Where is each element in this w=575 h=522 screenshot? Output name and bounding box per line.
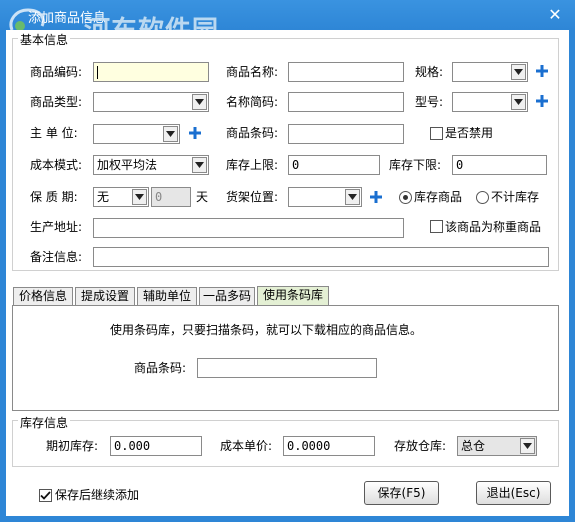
spec-label: 规格: [415, 65, 444, 79]
name-label: 商品名称: [226, 65, 279, 79]
stock-info-title: 库存信息 [18, 414, 71, 431]
tab-label: 使用条码库 [262, 288, 323, 302]
add-shelf-plus-icon[interactable] [370, 191, 382, 203]
check-icon [40, 491, 51, 500]
title-bar[interactable]: 添加商品信息 河东软件园 ✕ [0, 0, 575, 46]
panel-barcode-label: 商品条码: [134, 361, 187, 375]
warehouse-value: 总仓 [461, 439, 486, 453]
initial-stock-input[interactable]: 0.000 [110, 436, 202, 456]
shelf-life-label: 保 质 期: [30, 190, 78, 204]
cost-mode-select[interactable]: 加权平均法 [93, 155, 209, 175]
exit-button[interactable]: 退出(Esc) [476, 481, 551, 505]
continue-label: 保存后继续添加 [55, 488, 140, 502]
shortname-label: 名称简码: [226, 95, 279, 109]
stock-item-radio[interactable] [399, 191, 412, 204]
close-icon[interactable]: ✕ [545, 5, 565, 25]
cost-mode-label: 成本模式: [30, 158, 83, 172]
tab-aux-unit[interactable]: 辅助单位 [137, 287, 197, 305]
unit-cost-input[interactable]: 0.0000 [283, 436, 375, 456]
no-stock-label: 不计库存 [491, 190, 540, 204]
name-input[interactable] [288, 62, 404, 82]
window-frame: 添加商品信息 河东软件园 ✕ 基本信息 商品编码: 商品名称: 规格: 商品类型… [0, 0, 575, 522]
text-caret [97, 66, 98, 79]
barcode-library-message: 使用条码库，只要扫描条码，就可以下载相应的商品信息。 [110, 323, 423, 337]
basic-info-title: 基本信息 [18, 31, 71, 48]
chevron-down-icon[interactable] [192, 94, 207, 110]
tab-label: 提成设置 [80, 289, 129, 303]
tab-multi-code[interactable]: 一品多码 [199, 287, 255, 305]
disabled-label: 是否禁用 [445, 126, 494, 140]
chevron-down-icon[interactable] [163, 126, 178, 142]
shelf-life-input[interactable]: 0 [151, 187, 191, 207]
panel-barcode-input[interactable] [197, 358, 377, 378]
address-input[interactable] [93, 218, 404, 238]
add-model-plus-icon[interactable] [536, 95, 548, 107]
cost-mode-value: 加权平均法 [97, 158, 158, 172]
model-select[interactable] [452, 92, 528, 112]
shelf-life-unit-select[interactable]: 无 [93, 187, 149, 207]
shelf-pos-label: 货架位置: [226, 190, 279, 204]
save-button[interactable]: 保存(F5) [364, 481, 439, 505]
stock-upper-input[interactable]: 0 [288, 155, 380, 175]
chevron-down-icon[interactable] [192, 157, 207, 173]
type-select[interactable] [93, 92, 209, 112]
chevron-down-icon[interactable] [520, 438, 535, 454]
model-label: 型号: [415, 95, 444, 109]
barcode-library-panel: 使用条码库，只要扫描条码，就可以下载相应的商品信息。 商品条码: [12, 305, 559, 411]
chevron-down-icon[interactable] [511, 64, 526, 80]
weighing-checkbox[interactable] [430, 220, 443, 233]
remark-label: 备注信息: [30, 250, 83, 264]
add-spec-plus-icon[interactable] [536, 65, 548, 77]
shelf-pos-select[interactable] [288, 187, 362, 207]
stock-upper-label: 库存上限: [226, 158, 279, 172]
chevron-down-icon[interactable] [345, 189, 360, 205]
unit-select[interactable] [93, 124, 180, 144]
no-stock-radio[interactable] [476, 191, 489, 204]
chevron-down-icon[interactable] [132, 189, 147, 205]
code-input[interactable] [93, 62, 209, 82]
warehouse-label: 存放仓库: [394, 439, 447, 453]
stock-lower-input[interactable]: 0 [452, 155, 547, 175]
code-label: 商品编码: [30, 65, 83, 79]
tab-label: 辅助单位 [142, 289, 191, 303]
type-label: 商品类型: [30, 95, 83, 109]
stock-lower-label: 库存下限: [389, 158, 442, 172]
unit-label: 主 单 位: [30, 126, 78, 140]
chevron-down-icon[interactable] [511, 94, 526, 110]
stock-item-label: 库存商品 [414, 190, 463, 204]
address-label: 生产地址: [30, 220, 83, 234]
spec-select[interactable] [452, 62, 528, 82]
tab-price-info[interactable]: 价格信息 [13, 287, 73, 305]
tab-label: 价格信息 [18, 289, 67, 303]
unit-cost-label: 成本单价: [220, 439, 273, 453]
barcode-input[interactable] [288, 124, 404, 144]
barcode-label: 商品条码: [226, 126, 279, 140]
weighing-label: 该商品为称重商品 [445, 220, 542, 234]
shortname-input[interactable] [288, 92, 404, 112]
warehouse-select[interactable]: 总仓 [457, 436, 537, 456]
initial-stock-label: 期初库存: [46, 439, 99, 453]
continue-checkbox[interactable] [39, 489, 52, 502]
add-unit-plus-icon[interactable] [189, 127, 201, 139]
radio-dot [403, 195, 408, 200]
tab-barcode-library[interactable]: 使用条码库 [257, 286, 329, 306]
shelf-life-unit-value: 无 [97, 190, 110, 204]
tab-commission[interactable]: 提成设置 [75, 287, 135, 305]
remark-input[interactable] [93, 247, 549, 267]
dialog-client: 基本信息 商品编码: 商品名称: 规格: 商品类型: 名称简码: 型号: 主 单… [6, 30, 569, 516]
day-label: 天 [196, 190, 209, 204]
tab-label: 一品多码 [202, 289, 251, 303]
disabled-checkbox[interactable] [430, 127, 443, 140]
